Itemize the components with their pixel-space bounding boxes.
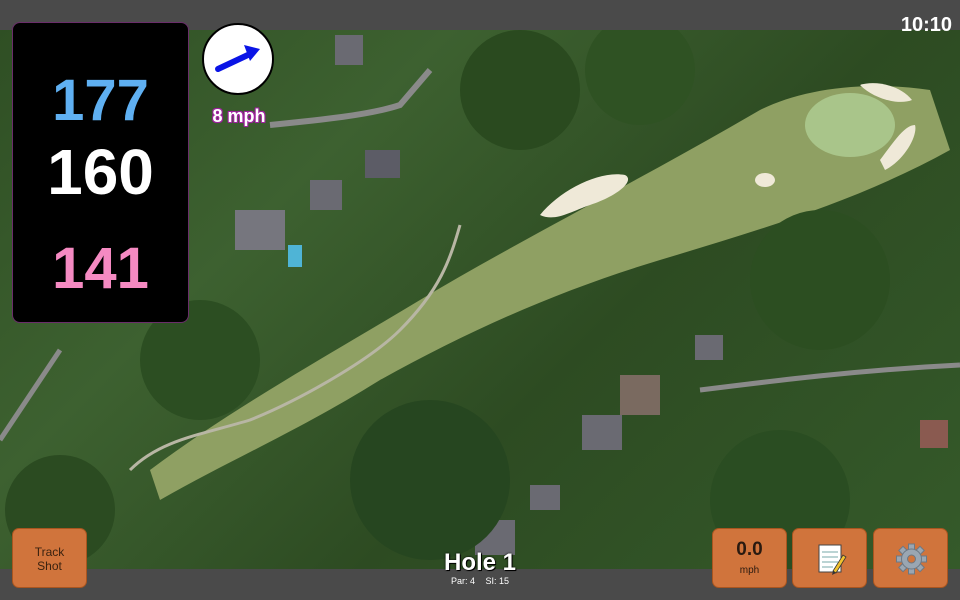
house — [695, 335, 723, 360]
wind-direction-arrow-icon — [215, 45, 260, 72]
hole-par: Par: 4 — [450, 576, 475, 586]
bunker — [755, 173, 775, 187]
trees — [350, 400, 510, 560]
middle-distance: 160 — [47, 136, 154, 208]
house — [530, 485, 560, 510]
settings-button[interactable] — [873, 528, 948, 588]
speed-button[interactable]: 0.0 mph — [712, 528, 787, 588]
wind-indicator — [202, 23, 274, 95]
house — [335, 35, 363, 65]
trees — [460, 30, 580, 150]
house — [620, 375, 660, 415]
putting-green — [805, 93, 895, 157]
road — [699, 362, 960, 393]
speed-unit: mph — [739, 565, 760, 576]
hole-stroke-index: SI: 15 — [485, 576, 510, 586]
back-distance: 177 — [52, 68, 149, 133]
speed-value: 0.0 — [736, 539, 763, 560]
track-shot-label: Track Shot — [34, 545, 65, 573]
distance-panel: 177 160 141 — [12, 22, 189, 323]
house — [310, 180, 342, 210]
wind-speed: 8 mph — [212, 106, 266, 126]
house — [582, 415, 622, 450]
clock: 10:10 — [900, 14, 952, 36]
trees — [750, 210, 890, 350]
house — [365, 150, 400, 178]
front-distance: 141 — [52, 236, 149, 301]
road — [269, 68, 433, 128]
track-shot-button[interactable]: Track Shot — [12, 528, 87, 588]
trees — [585, 30, 695, 125]
road — [0, 348, 63, 442]
hole-info: Par: 4 SI: 15 — [400, 576, 560, 586]
pool — [288, 245, 302, 267]
hole-title: Hole 1 — [443, 549, 517, 576]
house — [235, 210, 285, 250]
notes-button[interactable] — [792, 528, 867, 588]
notepad-icon — [818, 544, 847, 575]
gear-icon — [896, 543, 927, 575]
house — [920, 420, 948, 448]
